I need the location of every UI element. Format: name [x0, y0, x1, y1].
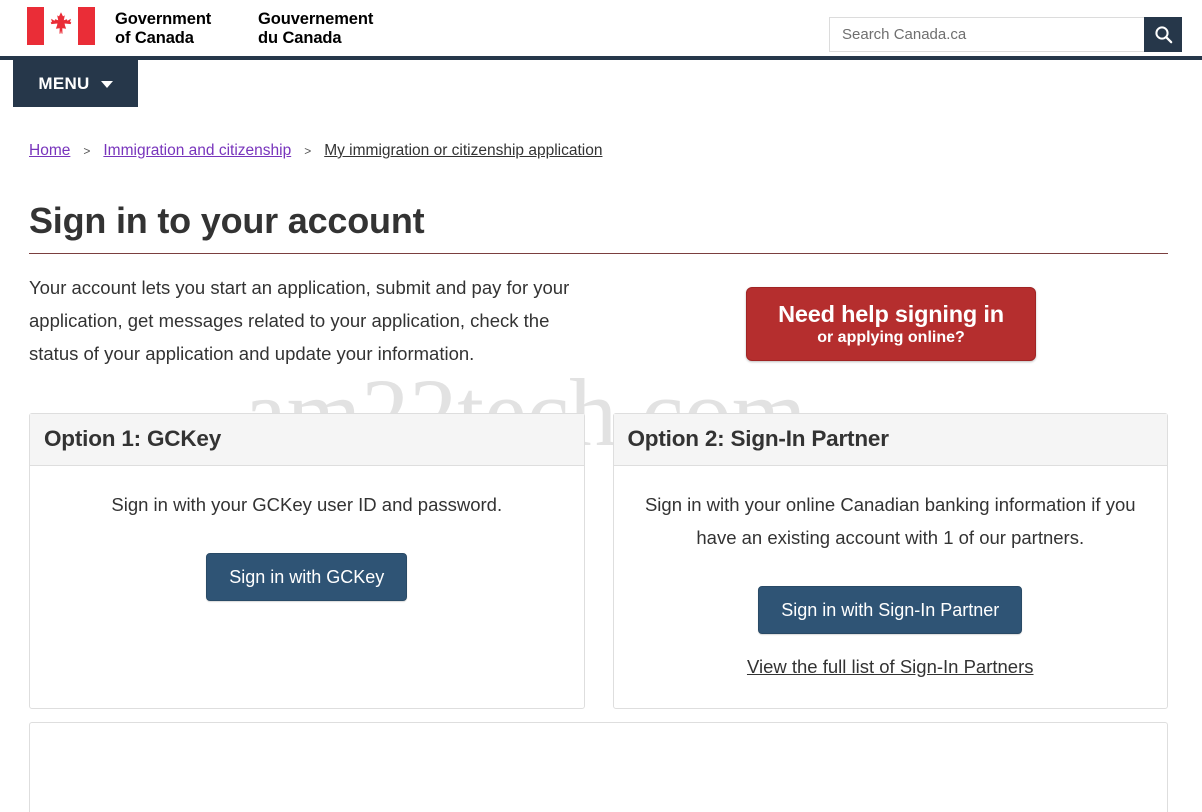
- option-2-heading: Option 2: Sign-In Partner: [627, 426, 889, 451]
- option-1-heading: Option 1: GCKey: [44, 426, 222, 451]
- option-panel-body: Sign in with your GCKey user ID and pass…: [30, 466, 584, 666]
- breadcrumb-item-immigration-and-citizenship[interactable]: Immigration and citizenship: [103, 141, 291, 161]
- breadcrumb-item-home[interactable]: Home: [29, 141, 70, 161]
- breadcrumb-separator: >: [83, 144, 91, 158]
- breadcrumb: Home > Immigration and citizenship > My …: [29, 141, 602, 161]
- search-icon: [1154, 26, 1172, 44]
- menu-bar: MENU: [0, 60, 1202, 108]
- site-search: [829, 17, 1182, 52]
- help-button-line2: or applying online?: [817, 328, 965, 346]
- option-panel-header: Option 1: GCKey: [30, 414, 584, 466]
- menu-button[interactable]: MENU: [13, 60, 138, 107]
- wordmark-fr-line1: Gouvernement: [258, 10, 374, 28]
- wordmark-fr-line2: du Canada: [258, 29, 342, 47]
- need-help-signing-in-button[interactable]: Need help signing in or applying online?: [746, 287, 1036, 361]
- option-panel-body: Sign in with your online Canadian bankin…: [614, 466, 1168, 708]
- signin-options: Option 1: GCKey Sign in with your GCKey …: [29, 413, 1168, 709]
- breadcrumb-item-my-application[interactable]: My immigration or citizenship applicatio…: [324, 141, 602, 161]
- sign-in-with-gckey-button[interactable]: Sign in with GCKey: [206, 553, 408, 601]
- search-button[interactable]: [1144, 17, 1182, 52]
- intro-paragraph: Your account lets you start an applicati…: [29, 277, 570, 364]
- government-of-canada-brand[interactable]: Government of Canada Gouvernement du Can…: [27, 6, 418, 48]
- global-header: Government of Canada Gouvernement du Can…: [0, 0, 1202, 60]
- wordmark: Government of Canada Gouvernement du Can…: [115, 6, 418, 48]
- view-full-list-of-sign-in-partners-link[interactable]: View the full list of Sign-In Partners: [628, 656, 1154, 678]
- option-2-description: Sign in with your online Canadian bankin…: [644, 494, 1136, 548]
- option-panel-sign-in-partner: Option 2: Sign-In Partner Sign in with y…: [612, 413, 1168, 709]
- option-panel-partial-below-fold: [29, 722, 1168, 812]
- menu-button-label: MENU: [38, 73, 90, 93]
- wordmark-en-line1: Government: [115, 10, 212, 28]
- sign-in-with-sign-in-partner-button[interactable]: Sign in with Sign-In Partner: [758, 586, 1023, 634]
- wordmark-en-line2: of Canada: [115, 29, 194, 47]
- page-title: Sign in to your account: [29, 175, 1168, 254]
- option-1-description: Sign in with your GCKey user ID and pass…: [111, 494, 503, 515]
- option-panel-gckey: Option 1: GCKey Sign in with your GCKey …: [29, 413, 585, 709]
- option-panel-header: Option 2: Sign-In Partner: [613, 414, 1167, 466]
- canada-flag-icon: [27, 7, 95, 45]
- chevron-down-icon: [100, 81, 113, 88]
- breadcrumb-separator: >: [304, 144, 312, 158]
- main-content: Sign in to your account Your account let…: [0, 175, 1202, 812]
- help-button-line1: Need help signing in: [778, 300, 1004, 327]
- search-input[interactable]: [829, 17, 1144, 52]
